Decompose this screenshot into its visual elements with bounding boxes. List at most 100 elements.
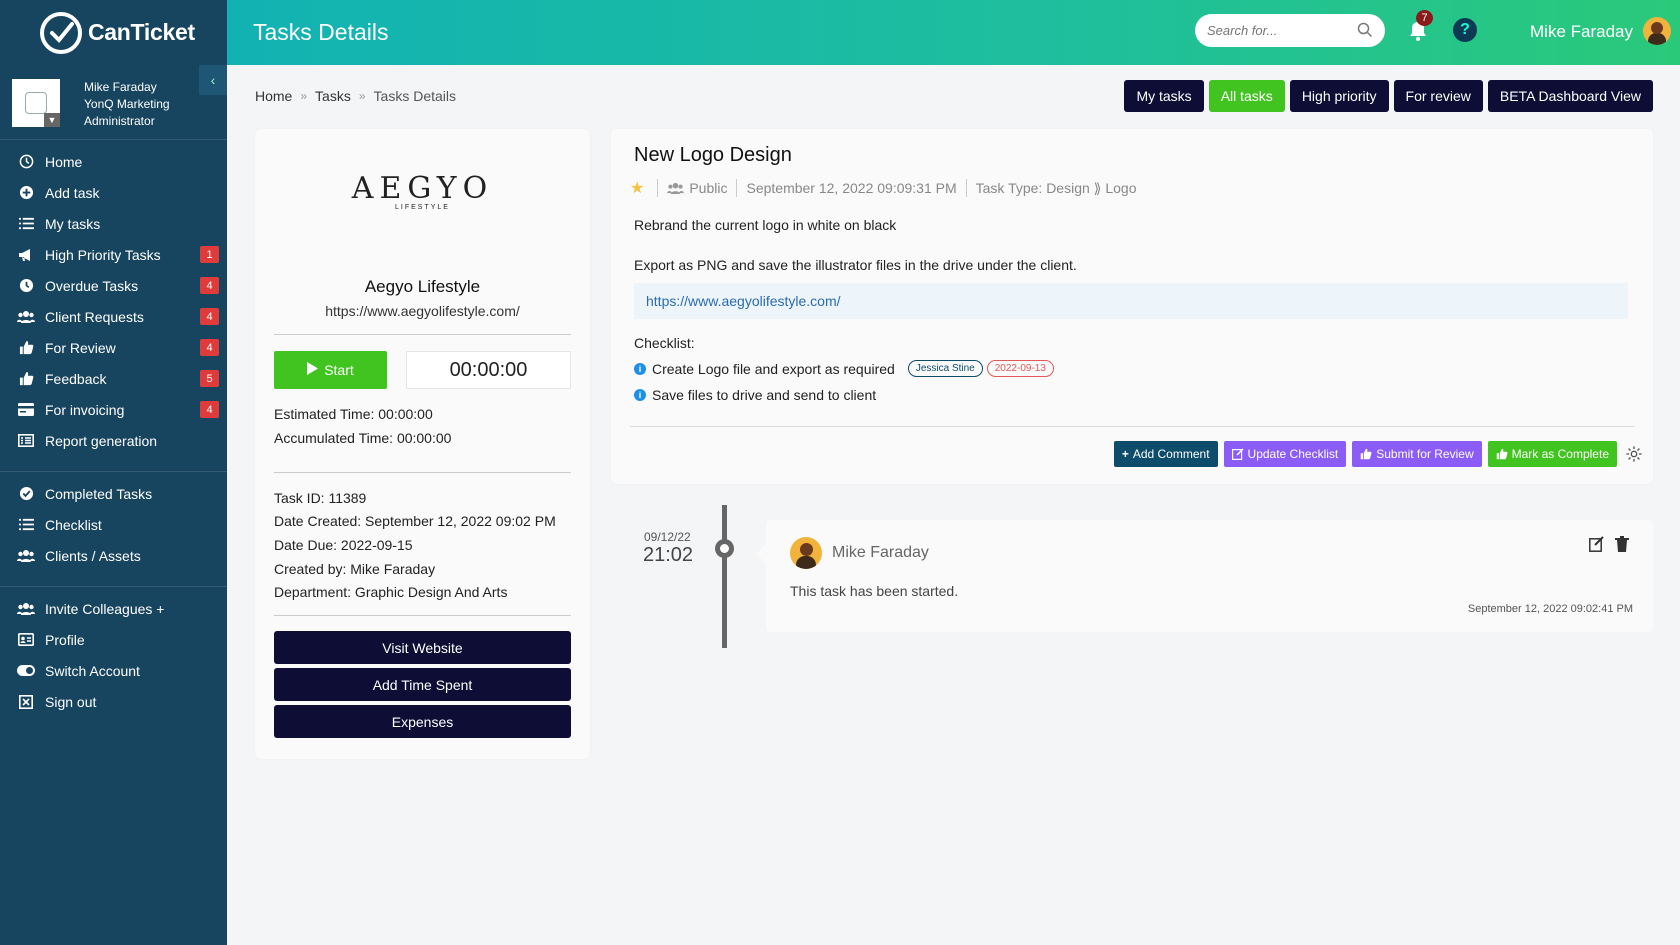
list-icon <box>17 516 35 534</box>
task-card: New Logo Design ★ Public September 12, 2… <box>611 129 1653 484</box>
checklist-item[interactable]: i Save files to drive and send to client <box>634 387 876 403</box>
filter-beta-dashboard[interactable]: BETA Dashboard View <box>1487 80 1653 112</box>
visit-website-button[interactable]: Visit Website <box>274 631 571 664</box>
thumbs-up-icon <box>1360 448 1372 460</box>
breadcrumb-separator-icon: » <box>358 89 366 103</box>
divider <box>274 615 571 616</box>
add-time-spent-button[interactable]: Add Time Spent <box>274 668 571 701</box>
timeline-line <box>722 505 727 648</box>
sidebar-item-for-review[interactable]: For Review 4 <box>0 332 227 363</box>
sidebar-item-switch-account[interactable]: Switch Account <box>0 655 227 686</box>
badge-count: 4 <box>200 308 219 325</box>
department: Department: Graphic Design And Arts <box>274 584 508 600</box>
search-icon[interactable] <box>1357 22 1373 38</box>
sidebar-item-for-invoicing[interactable]: For invoicing 4 <box>0 394 227 425</box>
filter-my-tasks[interactable]: My tasks <box>1124 80 1204 112</box>
sidebar-item-client-requests[interactable]: Client Requests 4 <box>0 301 227 332</box>
user-avatar[interactable] <box>1643 17 1671 45</box>
assignee-tag: Jessica Stine <box>907 360 983 377</box>
user-name[interactable]: Mike Faraday <box>1530 22 1633 42</box>
search-box[interactable] <box>1195 14 1385 47</box>
trash-icon[interactable] <box>1615 536 1629 552</box>
clock-icon <box>17 153 35 171</box>
sidebar-item-report-generation[interactable]: Report generation <box>0 425 227 456</box>
sidebar-item-home[interactable]: Home <box>0 146 227 177</box>
users-icon <box>17 547 35 565</box>
submit-for-review-button[interactable]: Submit for Review <box>1352 441 1482 467</box>
page-title: Tasks Details <box>253 19 389 45</box>
sidebar-item-feedback[interactable]: Feedback 5 <box>0 363 227 394</box>
profile-block: ▼ Mike Faraday YonQ Marketing Administra… <box>0 65 227 140</box>
filter-high-priority[interactable]: High priority <box>1289 80 1389 112</box>
sidebar-item-overdue[interactable]: Overdue Tasks 4 <box>0 270 227 301</box>
id-card-icon <box>17 631 35 649</box>
plus-icon: + <box>1121 447 1129 461</box>
checklist-label: Checklist: <box>634 335 695 351</box>
sidebar-item-invite-colleagues[interactable]: Invite Colleagues + <box>0 593 227 624</box>
timeline-time: 21:02 <box>643 544 694 566</box>
users-icon <box>17 308 35 326</box>
sidebar-item-completed-tasks[interactable]: Completed Tasks <box>0 478 227 509</box>
expenses-button[interactable]: Expenses <box>274 705 571 738</box>
sidebar-nav: Home Add task My tasks High Priority Tas… <box>0 140 227 717</box>
top-header: Tasks Details 7 ? Mike Faraday <box>227 0 1680 65</box>
sidebar-item-clients-assets[interactable]: Clients / Assets <box>0 540 227 571</box>
task-meta: ★ Public September 12, 2022 09:09:31 PM … <box>630 178 1136 198</box>
mark-as-complete-button[interactable]: Mark as Complete <box>1487 441 1617 467</box>
created-by: Created by: Mike Faraday <box>274 561 436 577</box>
task-link[interactable]: https://www.aegyolifestyle.com/ <box>646 293 841 309</box>
help-icon[interactable]: ? <box>1453 18 1477 42</box>
divider <box>274 472 571 473</box>
sidebar-item-add-task[interactable]: Add task <box>0 177 227 208</box>
profile-role: Administrator <box>84 114 155 128</box>
app-logo[interactable]: CanTicket <box>0 0 227 65</box>
profile-name: Mike Faraday <box>84 80 157 94</box>
task-description-line-2: Export as PNG and save the illustrator f… <box>634 257 1077 273</box>
sidebar-item-sign-out[interactable]: Sign out <box>0 686 227 717</box>
collapse-sidebar-button[interactable]: ‹ <box>199 65 227 95</box>
checklist-item[interactable]: i Create Logo file and export as require… <box>634 360 1054 377</box>
task-timestamp: September 12, 2022 09:09:31 PM <box>746 180 957 196</box>
profile-company: YonQ Marketing <box>84 97 170 111</box>
entry-author: Mike Faraday <box>832 544 929 561</box>
info-icon: i <box>634 362 646 375</box>
sidebar-item-my-tasks[interactable]: My tasks <box>0 208 227 239</box>
update-checklist-button[interactable]: Update Checklist <box>1223 441 1347 467</box>
list-icon <box>17 215 35 233</box>
sidebar-item-checklist[interactable]: Checklist <box>0 509 227 540</box>
check-circle-icon <box>17 485 35 503</box>
badge-count: 4 <box>200 401 219 418</box>
checkmark-logo-icon <box>40 11 82 54</box>
filter-all-tasks[interactable]: All tasks <box>1208 80 1285 112</box>
start-timer-button[interactable]: Start <box>274 351 387 389</box>
breadcrumb-current: Tasks Details <box>373 88 456 104</box>
gear-icon[interactable] <box>1625 445 1643 463</box>
client-logo: AEGYO LIFESTYLE <box>351 171 494 211</box>
sidebar-item-profile[interactable]: Profile <box>0 624 227 655</box>
sidebar-item-high-priority[interactable]: High Priority Tasks 1 <box>0 239 227 270</box>
company-avatar[interactable]: ▼ <box>12 79 60 127</box>
credit-card-icon <box>17 401 35 419</box>
report-icon <box>17 432 35 450</box>
breadcrumb-tasks[interactable]: Tasks <box>315 88 351 104</box>
task-title: New Logo Design <box>634 144 792 166</box>
play-icon <box>307 362 319 378</box>
app-name: CanTicket <box>88 19 195 45</box>
filter-for-review[interactable]: For review <box>1393 80 1483 112</box>
breadcrumb-home[interactable]: Home <box>255 88 292 104</box>
caret-down-icon[interactable]: ▼ <box>44 113 60 127</box>
divider <box>630 426 1635 427</box>
plus-circle-icon <box>17 184 35 202</box>
badge-count: 5 <box>200 370 219 387</box>
client-url: https://www.aegyolifestyle.com/ <box>325 303 520 319</box>
entry-text: This task has been started. <box>790 583 959 599</box>
badge-count: 1 <box>200 246 219 263</box>
star-icon[interactable]: ★ <box>630 178 644 198</box>
thumbs-up-icon <box>1496 448 1508 460</box>
edit-icon[interactable] <box>1589 536 1605 552</box>
search-input[interactable] <box>1207 23 1357 38</box>
clock-icon <box>17 277 35 295</box>
task-link-box: https://www.aegyolifestyle.com/ <box>634 283 1628 319</box>
add-comment-button[interactable]: + Add Comment <box>1113 441 1218 467</box>
task-actions: + Add Comment Update Checklist Submit fo… <box>1113 441 1643 467</box>
